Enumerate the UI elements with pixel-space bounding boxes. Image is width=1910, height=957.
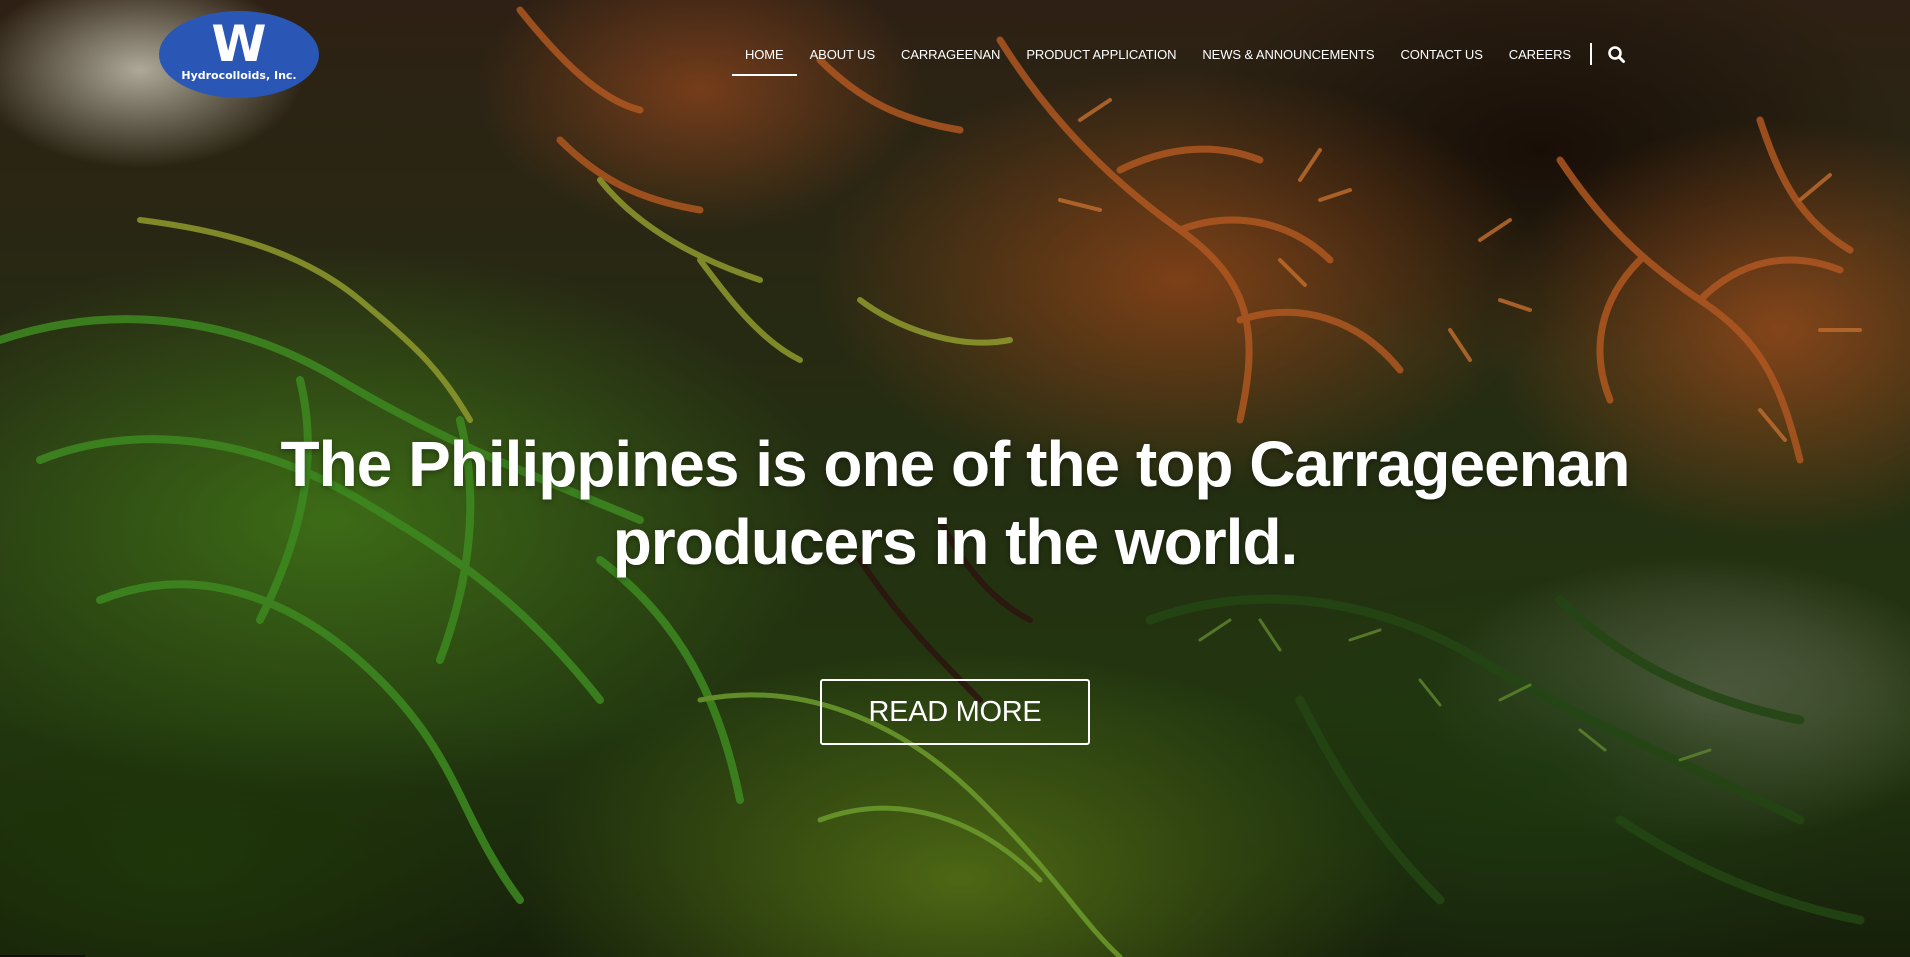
hero-headline-line-1: The Philippines is one of the top Carrag… [280,428,1631,500]
search-icon[interactable] [1606,44,1628,66]
nav-item-news-announcements[interactable]: NEWS & ANNOUNCEMENTS [1189,42,1387,76]
read-more-button[interactable]: READ MORE [820,679,1090,745]
nav-item-careers[interactable]: CAREERS [1496,42,1584,76]
nav-item-about-us[interactable]: ABOUT US [797,42,888,76]
hero-headline-line-2: producers in the world. [612,506,1299,578]
nav-item-carrageenan[interactable]: CARRAGEENAN [888,42,1013,76]
hero-headline: The Philippines is one of the top Carrag… [200,425,1710,581]
logo-letter: W [211,15,267,73]
nav-item-contact-us[interactable]: CONTACT US [1387,42,1495,76]
logo-company-name: Hydrocolloids, Inc. [181,69,297,82]
nav-item-home[interactable]: HOME [732,42,797,76]
nav-divider [1589,43,1592,65]
nav-item-product-application[interactable]: PRODUCT APPLICATION [1013,42,1189,76]
main-navigation: HOME ABOUT US CARRAGEENAN PRODUCT APPLIC… [732,42,1628,76]
company-logo[interactable]: W Hydrocolloids, Inc. [159,11,319,98]
